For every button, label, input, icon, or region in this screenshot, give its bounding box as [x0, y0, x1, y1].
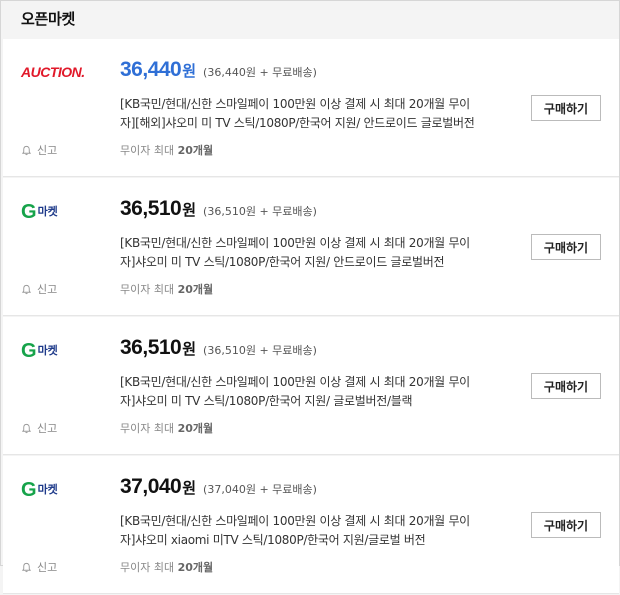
description-line: 자]샤오미 미 TV 스틱/1080P/한국어 지원/ 글로벌버전/블랙 [120, 394, 413, 408]
gmarket-logo-text: 마켓 [37, 483, 58, 496]
gmarket-logo-text: 마켓 [37, 344, 58, 357]
price-unit: 원 [182, 479, 197, 497]
installment-months: 20개월 [177, 283, 214, 296]
bell-icon [21, 284, 32, 294]
report-label: 신고 [37, 283, 58, 296]
installment-prefix: 무이자 최대 [120, 561, 178, 574]
buy-button[interactable]: 구매하기 [531, 512, 601, 538]
price-value[interactable]: 36,510 [120, 336, 182, 360]
description-line: [KB국민/현대/신한 스마일페이 100만원 이상 결제 시 최대 20개월 … [120, 514, 470, 528]
listing-list: AUCTION. 36,440 원 (36,440원 + 무료배송) [KB국민… [3, 39, 619, 595]
price-detail: (36,510원 + 무료배송) [203, 205, 317, 218]
price-detail: (36,440원 + 무료배송) [203, 66, 317, 79]
product-description[interactable]: [KB국민/현대/신한 스마일페이 100만원 이상 결제 시 최대 20개월 … [120, 234, 520, 272]
gmarket-logo[interactable]: G 마켓 [21, 479, 58, 501]
bell-icon [21, 423, 32, 433]
price-detail: (37,040원 + 무료배송) [203, 483, 317, 496]
price-unit: 원 [182, 201, 197, 219]
installment-info: 무이자 최대 20개월 [120, 142, 213, 158]
bell-icon [21, 145, 32, 155]
buy-button[interactable]: 구매하기 [531, 234, 601, 260]
installment-months: 20개월 [177, 561, 214, 574]
price-row: 36,440 원 (36,440원 + 무료배송) [120, 58, 317, 82]
description-line: [KB국민/현대/신한 스마일페이 100만원 이상 결제 시 최대 20개월 … [120, 97, 470, 111]
open-market-panel: 오픈마켓 AUCTION. 36,440 원 (36,440원 + 무료배송) … [0, 0, 620, 594]
installment-months: 20개월 [177, 422, 214, 435]
price-row: 36,510 원 (36,510원 + 무료배송) [120, 336, 317, 360]
report-link[interactable]: 신고 [21, 559, 57, 575]
installment-prefix: 무이자 최대 [120, 422, 178, 435]
bell-icon [21, 562, 32, 572]
price-row: 37,040 원 (37,040원 + 무료배송) [120, 475, 317, 499]
buy-button[interactable]: 구매하기 [531, 95, 601, 121]
price-value[interactable]: 36,510 [120, 197, 182, 221]
report-link[interactable]: 신고 [21, 142, 57, 158]
installment-info: 무이자 최대 20개월 [120, 559, 213, 575]
price-detail: (36,510원 + 무료배송) [203, 344, 317, 357]
product-description[interactable]: [KB국민/현대/신한 스마일페이 100만원 이상 결제 시 최대 20개월 … [120, 373, 520, 411]
buy-button[interactable]: 구매하기 [531, 373, 601, 399]
report-label: 신고 [37, 561, 58, 574]
installment-prefix: 무이자 최대 [120, 283, 178, 296]
price-unit: 원 [182, 340, 197, 358]
description-line: 자]샤오미 미 TV 스틱/1080P/한국어 지원/ 안드로이드 글로벌버전 [120, 255, 445, 269]
installment-prefix: 무이자 최대 [120, 144, 178, 157]
gmarket-logo[interactable]: G 마켓 [21, 340, 58, 362]
description-line: 자]샤오미 xiaomi 미TV 스틱/1080P/한국어 지원/글로벌 버전 [120, 533, 426, 547]
gmarket-logo-g: G [21, 340, 37, 362]
listing-item: G 마켓 36,510 원 (36,510원 + 무료배송) [KB국민/현대/… [3, 178, 619, 316]
description-line: 자][해외]샤오미 미 TV 스틱/1080P/한국어 지원/ 안드로이드 글로… [120, 116, 475, 130]
section-title: 오픈마켓 [21, 10, 76, 28]
report-link[interactable]: 신고 [21, 420, 57, 436]
price-row: 36,510 원 (36,510원 + 무료배송) [120, 197, 317, 221]
report-label: 신고 [37, 144, 58, 157]
installment-months: 20개월 [177, 144, 214, 157]
gmarket-logo-g: G [21, 201, 37, 223]
gmarket-logo-g: G [21, 479, 37, 501]
report-label: 신고 [37, 422, 58, 435]
report-link[interactable]: 신고 [21, 281, 57, 297]
product-description[interactable]: [KB국민/현대/신한 스마일페이 100만원 이상 결제 시 최대 20개월 … [120, 512, 520, 550]
price-value[interactable]: 36,440 [120, 58, 182, 82]
listing-item: AUCTION. 36,440 원 (36,440원 + 무료배송) [KB국민… [3, 39, 619, 177]
price-unit: 원 [182, 62, 197, 80]
description-line: [KB국민/현대/신한 스마일페이 100만원 이상 결제 시 최대 20개월 … [120, 236, 470, 250]
listing-item: G 마켓 36,510 원 (36,510원 + 무료배송) [KB국민/현대/… [3, 317, 619, 455]
gmarket-logo-text: 마켓 [37, 205, 58, 218]
auction-logo[interactable]: AUCTION. [21, 64, 85, 82]
listing-item: G 마켓 37,040 원 (37,040원 + 무료배송) [KB국민/현대/… [3, 456, 619, 594]
product-description[interactable]: [KB국민/현대/신한 스마일페이 100만원 이상 결제 시 최대 20개월 … [120, 95, 520, 133]
description-line: [KB국민/현대/신한 스마일페이 100만원 이상 결제 시 최대 20개월 … [120, 375, 470, 389]
gmarket-logo[interactable]: G 마켓 [21, 201, 58, 223]
price-value[interactable]: 37,040 [120, 475, 182, 499]
installment-info: 무이자 최대 20개월 [120, 420, 213, 436]
installment-info: 무이자 최대 20개월 [120, 281, 213, 297]
